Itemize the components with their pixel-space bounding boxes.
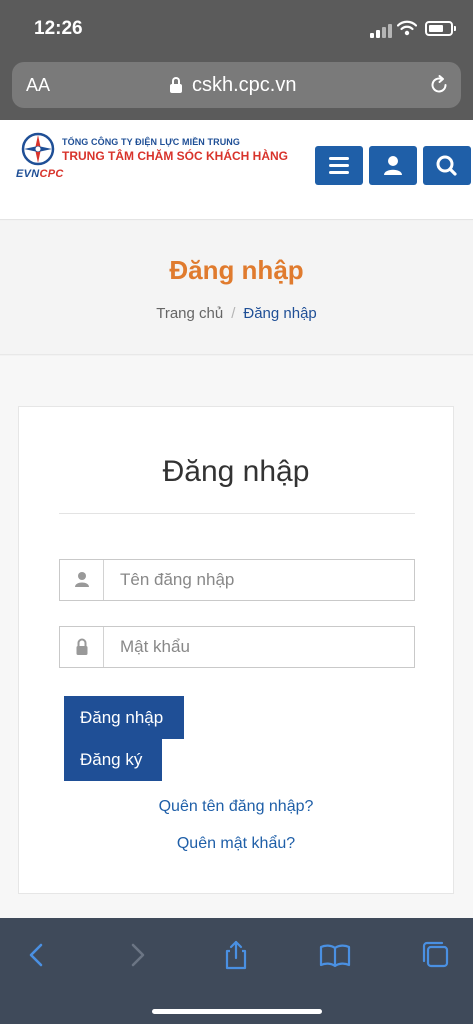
- evn-logo-icon[interactable]: [21, 132, 55, 166]
- share-icon[interactable]: [219, 938, 253, 972]
- divider: [59, 513, 415, 514]
- status-bar: 12:26: [0, 0, 473, 58]
- center-name: TRUNG TÂM CHĂM SÓC KHÁCH HÀNG: [62, 149, 288, 163]
- site-header: EVNCPC TỔNG CÔNG TY ĐIỆN LỰC MIỀN TRUNG …: [0, 120, 473, 220]
- password-input[interactable]: [110, 627, 410, 667]
- username-addon: [60, 560, 104, 600]
- url-text[interactable]: cskh.cpc.vn: [192, 74, 296, 97]
- password-group: [59, 626, 415, 668]
- company-name: TỔNG CÔNG TY ĐIỆN LỰC MIỀN TRUNG: [62, 137, 241, 147]
- bookmarks-icon[interactable]: [318, 938, 352, 972]
- page-banner: Đăng nhập Trang chủ / Đăng nhập: [0, 221, 473, 355]
- login-card: Đăng nhập Đăng nhập Đăng ký Quên tên: [18, 406, 454, 894]
- brand-cpc: CPC: [39, 168, 64, 180]
- browser-toolbar: [0, 918, 473, 1024]
- user-icon: [75, 572, 89, 587]
- breadcrumb-separator: /: [231, 305, 236, 322]
- search-button[interactable]: [423, 146, 471, 185]
- brand-evn: EVN: [16, 168, 40, 180]
- reload-icon[interactable]: [428, 74, 450, 96]
- page-title: Đăng nhập: [169, 255, 304, 285]
- main-content: Đăng nhập Đăng nhập Đăng ký Quên tên: [0, 356, 473, 918]
- wifi-icon: [397, 20, 417, 36]
- username-input[interactable]: [110, 560, 410, 600]
- user-icon: [384, 156, 402, 175]
- forgot-username-link[interactable]: Quên tên đăng nhập?: [19, 798, 453, 816]
- menu-button[interactable]: [315, 146, 363, 185]
- forgot-password-link[interactable]: Quên mật khẩu?: [19, 835, 453, 853]
- lock-icon: [76, 638, 88, 655]
- password-addon: [60, 627, 104, 667]
- logo-brand: EVNCPC: [16, 168, 64, 180]
- text-size-button[interactable]: AA: [26, 75, 50, 96]
- status-time: 12:26: [34, 18, 83, 39]
- breadcrumb-current: Đăng nhập: [243, 305, 317, 322]
- address-bar[interactable]: AA cskh.cpc.vn: [12, 62, 461, 108]
- cellular-signal-icon: [370, 24, 392, 38]
- lock-icon: [170, 77, 182, 93]
- battery-icon: [425, 21, 456, 36]
- breadcrumb-home[interactable]: Trang chủ: [156, 305, 223, 322]
- username-group: [59, 559, 415, 601]
- account-button[interactable]: [369, 146, 417, 185]
- register-button[interactable]: Đăng ký: [64, 738, 162, 781]
- login-button[interactable]: Đăng nhập: [64, 696, 184, 739]
- back-icon[interactable]: [20, 938, 54, 972]
- forward-icon[interactable]: [120, 938, 154, 972]
- login-title: Đăng nhập: [162, 455, 310, 488]
- breadcrumb: Trang chủ / Đăng nhập: [0, 305, 473, 322]
- home-indicator[interactable]: [152, 1009, 322, 1014]
- browser-address-area: AA cskh.cpc.vn: [0, 58, 473, 120]
- search-icon: [436, 155, 457, 176]
- menu-icon: [329, 157, 349, 174]
- tabs-icon[interactable]: [419, 938, 453, 972]
